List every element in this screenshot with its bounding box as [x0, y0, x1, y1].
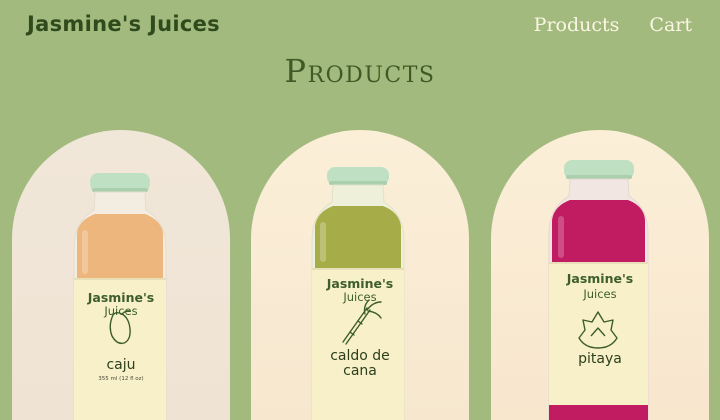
page-title: Products: [284, 52, 436, 90]
product-card-pitaya[interactable]: Jasmine's Juices pitaya: [491, 130, 709, 420]
product-name-line2: cana: [343, 363, 377, 379]
main-nav: Products Cart: [534, 14, 692, 36]
product-name-line1: caldo de: [330, 348, 390, 364]
site-header: Jasmine's Juices Products Cart: [0, 0, 720, 56]
product-volume: 355 ml (12 fl oz): [98, 376, 144, 382]
label-brand-line1: Jasmine's: [566, 271, 634, 286]
label-brand-line2: Juices: [104, 304, 138, 318]
nav-link-products[interactable]: Products: [534, 14, 620, 36]
product-name: caju: [106, 357, 136, 373]
brand-logo[interactable]: Jasmine's Juices: [27, 12, 220, 36]
label-brand-line1: Jasmine's: [326, 276, 394, 291]
label-brand-line2: Juices: [343, 290, 377, 304]
product-name: pitaya: [578, 351, 622, 367]
nav-link-cart[interactable]: Cart: [649, 14, 692, 36]
product-card-caju[interactable]: Jasmine's Juices caju 355 ml (12 fl oz): [12, 130, 230, 420]
product-card-caldo-de-cana[interactable]: Jasmine's Juices caldo de cana: [251, 130, 469, 420]
label-brand-line1: Jasmine's: [87, 290, 155, 305]
label-brand-line2: Juices: [583, 287, 617, 301]
